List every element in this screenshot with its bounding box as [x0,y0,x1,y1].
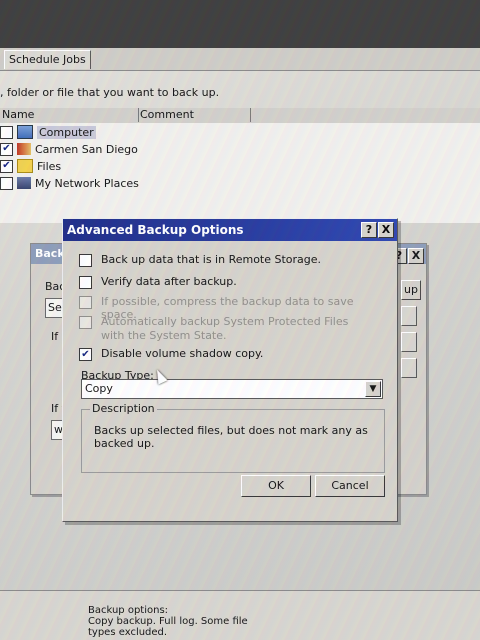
background-button[interactable]: up [401,280,421,300]
description-group: Description Backs up selected files, but… [81,402,385,473]
background-button[interactable] [401,332,417,352]
cancel-button[interactable]: Cancel [315,475,385,497]
screen: Schedule Jobs , folder or file that you … [0,0,480,640]
background-group-label: If [51,330,59,343]
background-button[interactable] [401,306,417,326]
tree-label: Carmen San Diego [35,142,138,156]
background-close-button[interactable]: X [408,248,424,264]
option-system-protected: Automatically backup System Protected Fi… [79,315,371,343]
checkbox-computer[interactable] [0,125,13,139]
description-legend: Description [90,402,157,415]
option-disable-shadow-copy[interactable]: ✔ Disable volume shadow copy. [79,347,263,361]
tab-bar: Schedule Jobs [0,48,480,71]
tree-label: My Network Places [35,176,139,190]
checkbox-verify[interactable] [79,276,92,289]
backup-options-summary: Backup options: Copy backup. Full log. S… [88,605,248,638]
folder-icon [17,159,33,173]
backup-options-line: types excluded. [88,627,168,638]
computer-icon [17,125,33,139]
backup-type-select[interactable]: Copy ▼ [81,379,383,399]
help-button[interactable]: ? [361,222,377,238]
dialog-titlebar: Advanced Backup Options ? X [63,219,397,241]
option-label: Disable volume shadow copy. [101,347,264,360]
top-dark-area [0,0,480,50]
file-tree: Computer ✔ Carmen San Diego ✔ Files My N… [0,123,480,223]
tree-item-my-network-places[interactable]: My Network Places [0,174,139,192]
tree-label: Computer [37,125,96,139]
backup-options-heading: Backup options: [88,605,169,616]
tab-schedule-jobs[interactable]: Schedule Jobs [4,50,91,69]
advanced-backup-options-dialog: Advanced Backup Options ? X Back up data… [62,218,398,522]
dialog-title: Advanced Backup Options [67,223,244,237]
network-places-icon [17,177,31,189]
backup-options-panel: Backup options: Copy backup. Full log. S… [0,590,480,640]
column-name-header[interactable]: Name [0,108,139,122]
backup-options-line: Copy backup. Full log. Some file [88,616,248,627]
option-label: Back up data that is in Remote Storage. [101,253,322,266]
checkbox-files[interactable]: ✔ [0,159,13,173]
checkbox-my-network-places[interactable] [0,176,13,190]
tree-item-carmen-san-diego[interactable]: ✔ Carmen San Diego [0,140,138,158]
checkbox-remote-storage[interactable] [79,254,92,267]
instruction-text: , folder or file that you want to back u… [0,86,220,99]
checkbox-system-protected [79,316,92,329]
chevron-down-icon[interactable]: ▼ [365,381,381,397]
checkbox-disable-shadow-copy[interactable]: ✔ [79,348,92,361]
checkbox-carmen-san-diego[interactable]: ✔ [0,142,13,156]
background-button[interactable] [401,358,417,378]
description-text: Backs up selected files, but does not ma… [94,424,368,450]
checkbox-compress [79,296,92,309]
backup-type-value: Copy [85,382,113,395]
option-label: Verify data after backup. [101,275,237,288]
option-remote-storage[interactable]: Back up data that is in Remote Storage. [79,253,321,267]
option-label: Automatically backup System Protected Fi… [101,315,349,342]
list-header: Name Comment [0,108,480,124]
tree-item-files[interactable]: ✔ Files [0,157,61,175]
tree-label: Files [37,159,62,173]
close-button[interactable]: X [378,222,394,238]
option-verify[interactable]: Verify data after backup. [79,275,237,289]
tree-item-computer[interactable]: Computer [0,123,96,141]
column-comment-header[interactable]: Comment [138,108,251,122]
user-folder-icon [17,143,31,155]
ok-button[interactable]: OK [241,475,311,497]
